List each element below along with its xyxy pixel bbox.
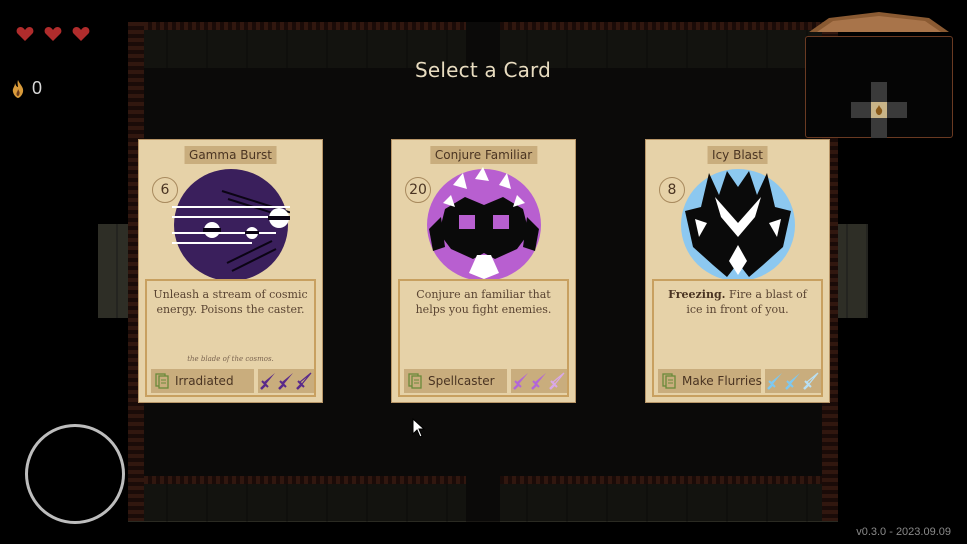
sword-icon: [767, 373, 782, 390]
minimap-roof: [809, 12, 949, 32]
card-tag: Irradiated: [151, 369, 254, 393]
card-description-box: Unleash a stream of cosmic energy. Poiso…: [145, 279, 316, 397]
card-tag-label: Make Flurries: [682, 374, 762, 388]
heart-icon: [16, 26, 34, 42]
sword-icon: [785, 373, 800, 390]
card-description-box: Freezing. Fire a blast of ice in front o…: [652, 279, 823, 397]
sword-icon: [260, 373, 275, 390]
heart-icon: [44, 26, 62, 42]
ice-crystal-icon: [679, 167, 797, 279]
version-label: v0.3.0 - 2023.09.09: [856, 526, 951, 538]
card-stack-icon: [408, 373, 422, 389]
card-stack-icon: [155, 373, 169, 389]
health-hearts: [16, 26, 90, 42]
page-title: Select a Card: [414, 58, 552, 82]
card-rarity-swords: [258, 369, 314, 393]
card-conjure-familiar[interactable]: Conjure Familiar 20 Conjure an familiar …: [391, 139, 576, 403]
card-cost-badge: 20: [405, 177, 431, 203]
minimap-player-icon: [871, 102, 887, 118]
card-tag: Make Flurries: [658, 369, 762, 393]
sword-icon: [513, 373, 528, 390]
card-keyword: Freezing.: [668, 288, 726, 301]
card-tag: Spellcaster: [404, 369, 507, 393]
card-description-box: Conjure an familiar that helps you fight…: [398, 279, 569, 397]
virtual-joystick[interactable]: [25, 424, 125, 524]
card-icy-blast[interactable]: Icy Blast 8 Freezing. Fire a blast of ic…: [645, 139, 830, 403]
card-name: Conjure Familiar: [429, 146, 538, 164]
sword-icon: [803, 372, 819, 390]
card-description: Unleash a stream of cosmic energy. Poiso…: [153, 288, 308, 316]
card-description: Conjure an familiar that helps you fight…: [415, 288, 552, 316]
sword-icon: [549, 372, 565, 390]
card-name: Icy Blast: [707, 146, 768, 164]
sword-icon: [296, 372, 312, 390]
card-name: Gamma Burst: [184, 146, 277, 164]
card-tag-label: Irradiated: [175, 374, 234, 388]
card-rarity-swords: [511, 369, 567, 393]
minimap-frame: [805, 36, 953, 138]
card-stack-icon: [662, 373, 676, 389]
minimap[interactable]: [805, 12, 953, 138]
sword-icon: [531, 373, 546, 390]
currency-counter: 0: [10, 78, 42, 99]
card-cost-badge: 6: [152, 177, 178, 203]
card-gamma-burst[interactable]: Gamma Burst 6 Unleash a stream of cosmic…: [138, 139, 323, 403]
card-rarity-swords: [765, 369, 821, 393]
card-description: Freezing. Fire a blast of ice in front o…: [660, 287, 815, 317]
card-cost-badge: 8: [659, 177, 685, 203]
currency-value: 0: [32, 78, 43, 98]
soul-flame-icon: [10, 79, 26, 99]
familiar-mask-icon: [425, 167, 543, 279]
card-tag-label: Spellcaster: [428, 374, 495, 388]
heart-icon: [72, 26, 90, 42]
card-flavor-text: the blade of the cosmos.: [187, 355, 274, 363]
mouse-cursor-icon: [412, 417, 426, 442]
sword-icon: [278, 373, 293, 390]
gamma-burst-icon: [172, 167, 290, 279]
